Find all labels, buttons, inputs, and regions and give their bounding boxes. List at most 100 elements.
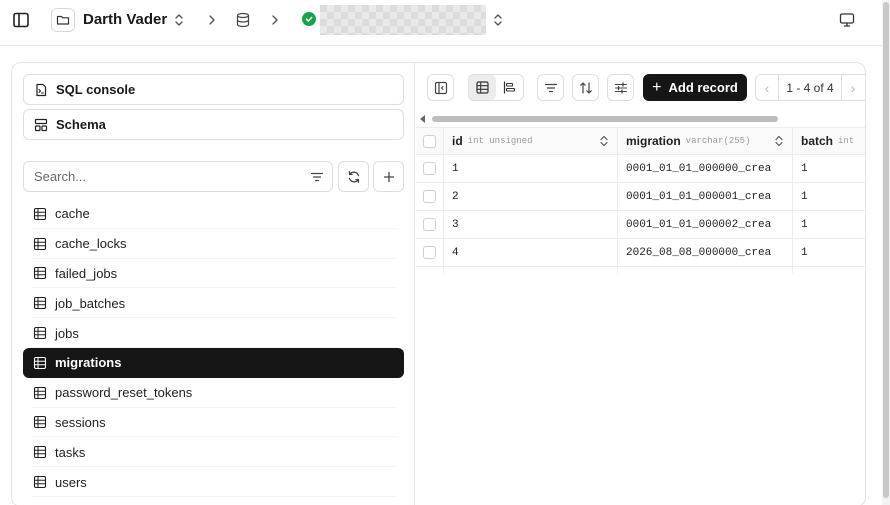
- cell-migration[interactable]: 2026_08_08_000000_crea: [618, 239, 793, 266]
- cell-migration[interactable]: 0001_01_01_000002_crea: [618, 211, 793, 238]
- sql-console-icon: [36, 83, 47, 96]
- column-type: varchar(255): [685, 136, 751, 146]
- next-page-icon[interactable]: ›: [842, 80, 864, 96]
- sliders-icon: [614, 81, 627, 94]
- cell-id[interactable]: 3: [444, 211, 618, 238]
- table-list-item[interactable]: cache: [23, 199, 404, 229]
- schema-button[interactable]: Schema: [23, 109, 404, 140]
- connection-status-icon: [302, 12, 316, 26]
- grid-horizontal-scrollbar[interactable]: [416, 113, 865, 125]
- column-header-id[interactable]: id int unsigned: [444, 128, 618, 154]
- table-list-item[interactable]: failed_jobs: [23, 259, 404, 289]
- table-name: migrations: [55, 355, 122, 371]
- table-view: + Add record ‹ 1 - 4 of 4 › id int unsig…: [416, 63, 865, 505]
- columns-settings-button[interactable]: [607, 74, 634, 101]
- sort-button[interactable]: [572, 74, 599, 101]
- add-record-button[interactable]: + Add record: [643, 74, 747, 101]
- chevron-right-icon: [205, 12, 219, 28]
- table-list-item[interactable]: tasks: [23, 437, 404, 467]
- prev-page-icon[interactable]: ‹: [756, 80, 778, 96]
- data-grid: id int unsigned migration varchar(255) b…: [416, 127, 865, 273]
- refresh-button[interactable]: [338, 161, 369, 192]
- row-checkbox[interactable]: [423, 218, 436, 231]
- table-list-item[interactable]: users: [23, 467, 404, 497]
- database-icon[interactable]: [234, 11, 252, 29]
- add-table-button[interactable]: [373, 161, 404, 192]
- align-left-icon: [503, 81, 516, 94]
- table-icon: [33, 237, 47, 250]
- cell-batch[interactable]: 1: [793, 183, 865, 210]
- grid-body: 1 0001_01_01_000000_crea 1 2 0001_01_01_0000…: [416, 155, 865, 267]
- collapse-sidebar-button[interactable]: [427, 74, 454, 101]
- table-icon: [33, 446, 47, 459]
- table-name: jobs: [55, 325, 79, 341]
- cell-id[interactable]: 1: [444, 155, 618, 182]
- pagination: ‹ 1 - 4 of 4 ›: [755, 74, 865, 101]
- cell-migration[interactable]: 0001_01_01_000000_crea: [618, 155, 793, 182]
- folder-icon[interactable]: [51, 8, 75, 32]
- column-name: batch: [801, 134, 834, 148]
- row-checkbox[interactable]: [423, 162, 436, 175]
- sidebar-toggle-icon[interactable]: [10, 9, 32, 31]
- column-header-batch[interactable]: batch int: [793, 128, 865, 154]
- cell-migration[interactable]: 0001_01_01_000001_crea: [618, 183, 793, 210]
- column-name: migration: [626, 134, 681, 148]
- table-list-item[interactable]: migrations: [23, 347, 404, 378]
- table-icon: [33, 386, 47, 399]
- scrollbar-thumb[interactable]: [883, 2, 889, 498]
- project-name[interactable]: Darth Vader: [83, 11, 167, 28]
- table-list-item[interactable]: job_batches: [23, 288, 404, 318]
- column-type: int unsigned: [467, 136, 533, 146]
- page-scrollbar[interactable]: [882, 0, 890, 505]
- select-all-checkbox[interactable]: [423, 134, 436, 148]
- table-list-item[interactable]: sessions: [23, 408, 404, 438]
- scrollbar-thumb[interactable]: [432, 116, 778, 122]
- chevron-up-down-icon[interactable]: [490, 11, 506, 29]
- grid-view-button[interactable]: [469, 75, 496, 100]
- search-input[interactable]: [34, 169, 294, 184]
- table-list: cache cache_locks failed_jobs job_batchesjo…: [23, 199, 404, 497]
- sort-arrows-icon: [579, 81, 592, 94]
- column-name: id: [452, 134, 463, 148]
- cell-batch[interactable]: 1: [793, 155, 865, 182]
- cell-batch[interactable]: 1: [793, 211, 865, 238]
- table-list-item[interactable]: jobs: [23, 318, 404, 348]
- row-checkbox[interactable]: [423, 246, 436, 259]
- structure-view-button[interactable]: [496, 75, 523, 100]
- cell-id[interactable]: 4: [444, 239, 618, 266]
- sort-icon[interactable]: [774, 135, 784, 147]
- table-row[interactable]: 4 2026_08_08_000000_crea 1: [416, 239, 865, 267]
- table-search[interactable]: [23, 161, 333, 192]
- scroll-left-icon[interactable]: [420, 115, 425, 123]
- column-type: int: [838, 136, 855, 146]
- connection-name-redacted[interactable]: [320, 5, 486, 35]
- table-name: cache_locks: [55, 236, 127, 252]
- sort-icon[interactable]: [599, 135, 609, 147]
- sql-console-button[interactable]: SQL console: [23, 74, 404, 105]
- workspace-card: SQL console Schema cache cache_locksfaile…: [11, 62, 866, 505]
- cell-batch[interactable]: 1: [793, 239, 865, 266]
- row-checkbox[interactable]: [423, 190, 436, 203]
- filter-icon[interactable]: [310, 170, 324, 184]
- column-header-migration[interactable]: migration varchar(255): [618, 128, 793, 154]
- cell-id[interactable]: 2: [444, 183, 618, 210]
- monitor-icon[interactable]: [836, 9, 858, 31]
- table-row[interactable]: 1 0001_01_01_000000_crea 1: [416, 155, 865, 183]
- row-select-cell: [416, 183, 444, 210]
- table-row[interactable]: 2 0001_01_01_000001_crea 1: [416, 183, 865, 211]
- chevron-up-down-icon[interactable]: [171, 11, 187, 29]
- table-icon: [33, 267, 47, 280]
- table-icon: [33, 476, 47, 489]
- select-all-cell: [416, 128, 444, 154]
- row-select-cell: [416, 155, 444, 182]
- plus-icon: [383, 171, 394, 182]
- sql-console-label: SQL console: [56, 82, 136, 97]
- grid-tail: [416, 267, 865, 273]
- table-row[interactable]: 3 0001_01_01_000002_crea 1: [416, 211, 865, 239]
- table-list-item[interactable]: cache_locks: [23, 229, 404, 259]
- refresh-icon: [348, 170, 359, 183]
- table-list-item[interactable]: password_reset_tokens: [23, 378, 404, 408]
- schema-icon: [34, 118, 48, 131]
- schema-label: Schema: [56, 117, 106, 132]
- filter-button[interactable]: [537, 74, 564, 101]
